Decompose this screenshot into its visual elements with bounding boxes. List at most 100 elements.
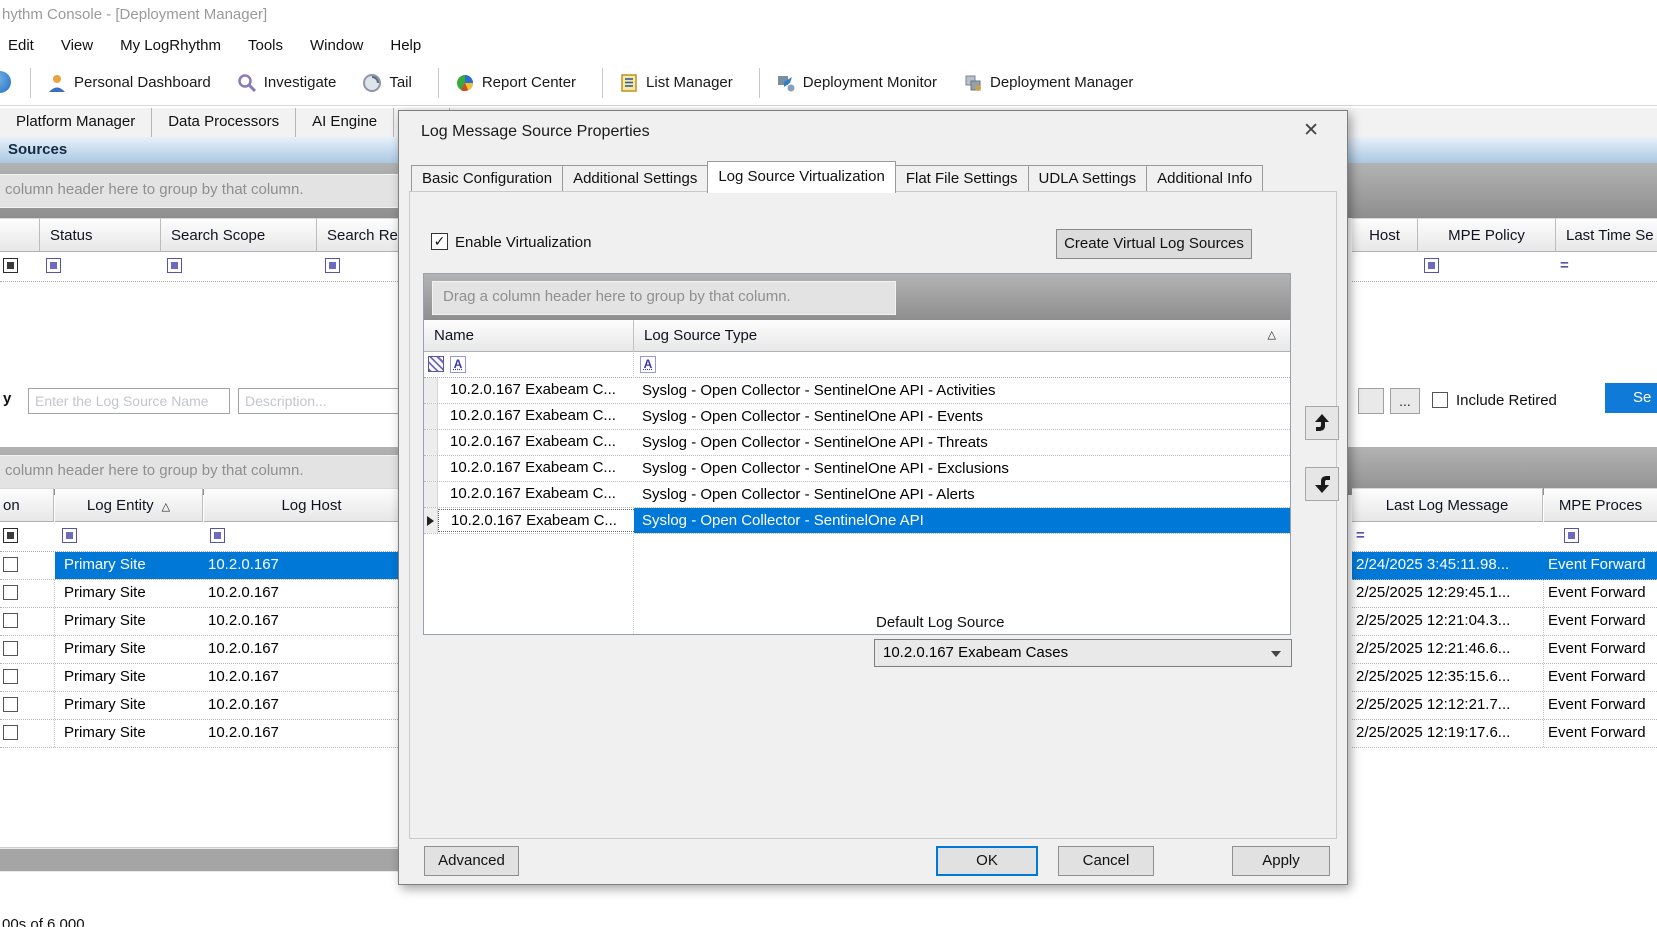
list-manager-button[interactable]: List Manager [619,73,733,93]
close-icon[interactable]: ✕ [1303,119,1319,142]
list-icon [619,73,639,93]
filter-row-bottom-right [1352,522,1657,552]
type-text-filter-icon[interactable]: A [640,356,656,373]
table-row[interactable]: Primary Site 10.2.0.167 [0,552,420,580]
log-host-header-label: Log Host [281,497,341,514]
table-row[interactable]: Primary Site10.2.0.167 [0,692,420,720]
last-log-equals-filter[interactable]: = [1356,527,1365,544]
advanced-button[interactable]: Advanced [424,846,519,876]
menu-view[interactable]: View [61,37,93,54]
move-up-button[interactable] [1305,406,1339,440]
log-host-filter-icon[interactable] [210,528,225,543]
row-checkbox[interactable] [3,697,18,712]
column-header-log-source-type[interactable]: Log Source Type△ [634,320,1290,352]
log-entity-filter-icon[interactable] [62,528,77,543]
column-header-mpe-process-clipped[interactable]: MPE Proces [1544,488,1657,522]
row-checkbox[interactable] [3,585,18,600]
menu-my-logrhythm[interactable]: My LogRhythm [120,37,221,54]
table-row[interactable]: 2/25/2025 12:12:21.7...Event Forward [1352,692,1657,720]
investigate-button[interactable]: Investigate [237,73,337,93]
column-header-status[interactable]: Status [40,218,161,252]
enable-virtualization-checkbox[interactable]: ✓ [431,233,448,250]
row-checkbox[interactable] [3,669,18,684]
name-text-filter-icon[interactable]: A [450,356,466,373]
tab-platform-manager[interactable]: Platform Manager [0,108,152,137]
column-header-log-host[interactable]: Log Host△ [204,488,420,522]
tab-additional-settings[interactable]: Additional Settings [562,165,708,193]
dialog-tab-strip: Basic Configuration Additional Settings … [411,161,1262,193]
tab-flat-file-settings[interactable]: Flat File Settings [895,165,1029,193]
deployment-monitor-button[interactable]: Deployment Monitor [776,73,937,93]
tab-udla-settings[interactable]: UDLA Settings [1028,165,1148,193]
virtual-log-source-row[interactable]: 10.2.0.167 Exabeam C...Syslog - Open Col… [424,430,1290,456]
menu-edit[interactable]: Edit [8,37,34,54]
cancel-button[interactable]: Cancel [1058,846,1154,876]
personal-dashboard-button[interactable]: Personal Dashboard [47,73,211,93]
menu-window[interactable]: Window [310,37,363,54]
move-down-button[interactable] [1305,467,1339,501]
list-manager-label: List Manager [646,74,733,91]
table-row[interactable]: 2/24/2025 3:45:11.98...Event Forward [1352,552,1657,580]
virtual-log-source-row[interactable]: 10.2.0.167 Exabeam C...Syslog - Open Col… [424,482,1290,508]
tab-additional-info[interactable]: Additional Info [1146,165,1263,193]
virtual-log-source-row[interactable]: 10.2.0.167 Exabeam C...Syslog - Open Col… [424,456,1290,482]
table-row[interactable]: Primary Site10.2.0.167 [0,664,420,692]
row-checkbox[interactable] [3,613,18,628]
ok-button[interactable]: OK [936,846,1038,876]
mpe-process-filter-icon[interactable] [1564,528,1579,543]
tab-basic-configuration[interactable]: Basic Configuration [411,165,563,193]
column-header-host[interactable]: Host [1352,218,1418,252]
menu-help[interactable]: Help [390,37,421,54]
virtual-log-source-row[interactable]: 10.2.0.167 Exabeam C...Syslog - Open Col… [424,378,1290,404]
tab-data-processors[interactable]: Data Processors [152,108,296,137]
tab-log-source-virtualization[interactable]: Log Source Virtualization [707,161,896,193]
table-row[interactable]: 2/25/2025 12:35:15.6...Event Forward [1352,664,1657,692]
table-row[interactable]: Primary Site10.2.0.167 [0,636,420,664]
column-header-name[interactable]: Name [424,320,634,352]
dialog-group-by-band[interactable]: Drag a column header here to group by th… [424,274,1290,320]
create-virtual-log-sources-button[interactable]: Create Virtual Log Sources [1056,229,1252,259]
status-filter-icon[interactable] [46,258,61,273]
row-checkbox[interactable] [3,641,18,656]
search-button[interactable]: Se [1605,383,1657,413]
table-row[interactable]: 2/25/2025 12:19:17.6...Event Forward [1352,720,1657,748]
edit-filter-icon[interactable] [428,356,444,372]
column-header-select-all[interactable] [0,218,40,252]
table-row[interactable]: Primary Site10.2.0.167 [0,580,420,608]
tail-button[interactable]: Tail [362,73,412,93]
table-row[interactable]: 2/25/2025 12:21:04.3...Event Forward [1352,608,1657,636]
name-cell: 10.2.0.167 Exabeam C... [438,459,642,476]
menu-tools[interactable]: Tools [248,37,283,54]
row-checkbox[interactable] [3,557,18,572]
virtual-log-source-row-selected[interactable]: 10.2.0.167 Exabeam C... Syslog - Open Co… [424,508,1290,534]
select-all-filter-checkbox[interactable] [3,258,18,273]
include-retired-checkbox[interactable] [1432,392,1448,408]
default-log-source-dropdown[interactable]: 10.2.0.167 Exabeam Cases [874,639,1292,667]
virtual-log-source-row[interactable]: 10.2.0.167 Exabeam C...Syslog - Open Col… [424,404,1290,430]
column-header-action-clipped[interactable]: on [0,488,54,522]
tab-ai-engine[interactable]: AI Engine [296,108,394,137]
table-row[interactable]: 2/25/2025 12:21:46.6...Event Forward [1352,636,1657,664]
description-input[interactable] [238,388,413,414]
action-filter-checkbox[interactable] [3,528,18,543]
table-row[interactable]: Primary Site10.2.0.167 [0,720,420,748]
log-source-name-input[interactable] [28,388,230,414]
column-header-mpe-policy[interactable]: MPE Policy [1418,218,1556,252]
row-checkbox[interactable] [3,725,18,740]
last-time-equals-filter[interactable]: = [1560,257,1569,274]
apply-button[interactable]: Apply [1232,846,1330,876]
mpe-policy-filter-icon[interactable] [1424,258,1439,273]
aux-button[interactable] [1358,388,1384,414]
ellipsis-button[interactable]: ... [1390,388,1420,414]
report-center-button[interactable]: Report Center [455,73,576,93]
deployment-manager-button[interactable]: Deployment Manager [963,73,1133,93]
column-header-log-entity[interactable]: Log Entity△ [55,488,203,522]
column-header-last-time-clipped[interactable]: Last Time Se [1556,218,1657,252]
search-scope-filter-icon[interactable] [167,258,182,273]
table-row[interactable]: 2/25/2025 12:29:45.1...Event Forward [1352,580,1657,608]
table-row[interactable]: Primary Site10.2.0.167 [0,608,420,636]
column-header-search-scope[interactable]: Search Scope [161,218,317,252]
last-log-cell: 2/25/2025 12:35:15.6... [1356,668,1510,685]
search-results-filter-icon[interactable] [325,258,340,273]
column-header-last-log-message[interactable]: Last Log Message [1352,488,1543,522]
